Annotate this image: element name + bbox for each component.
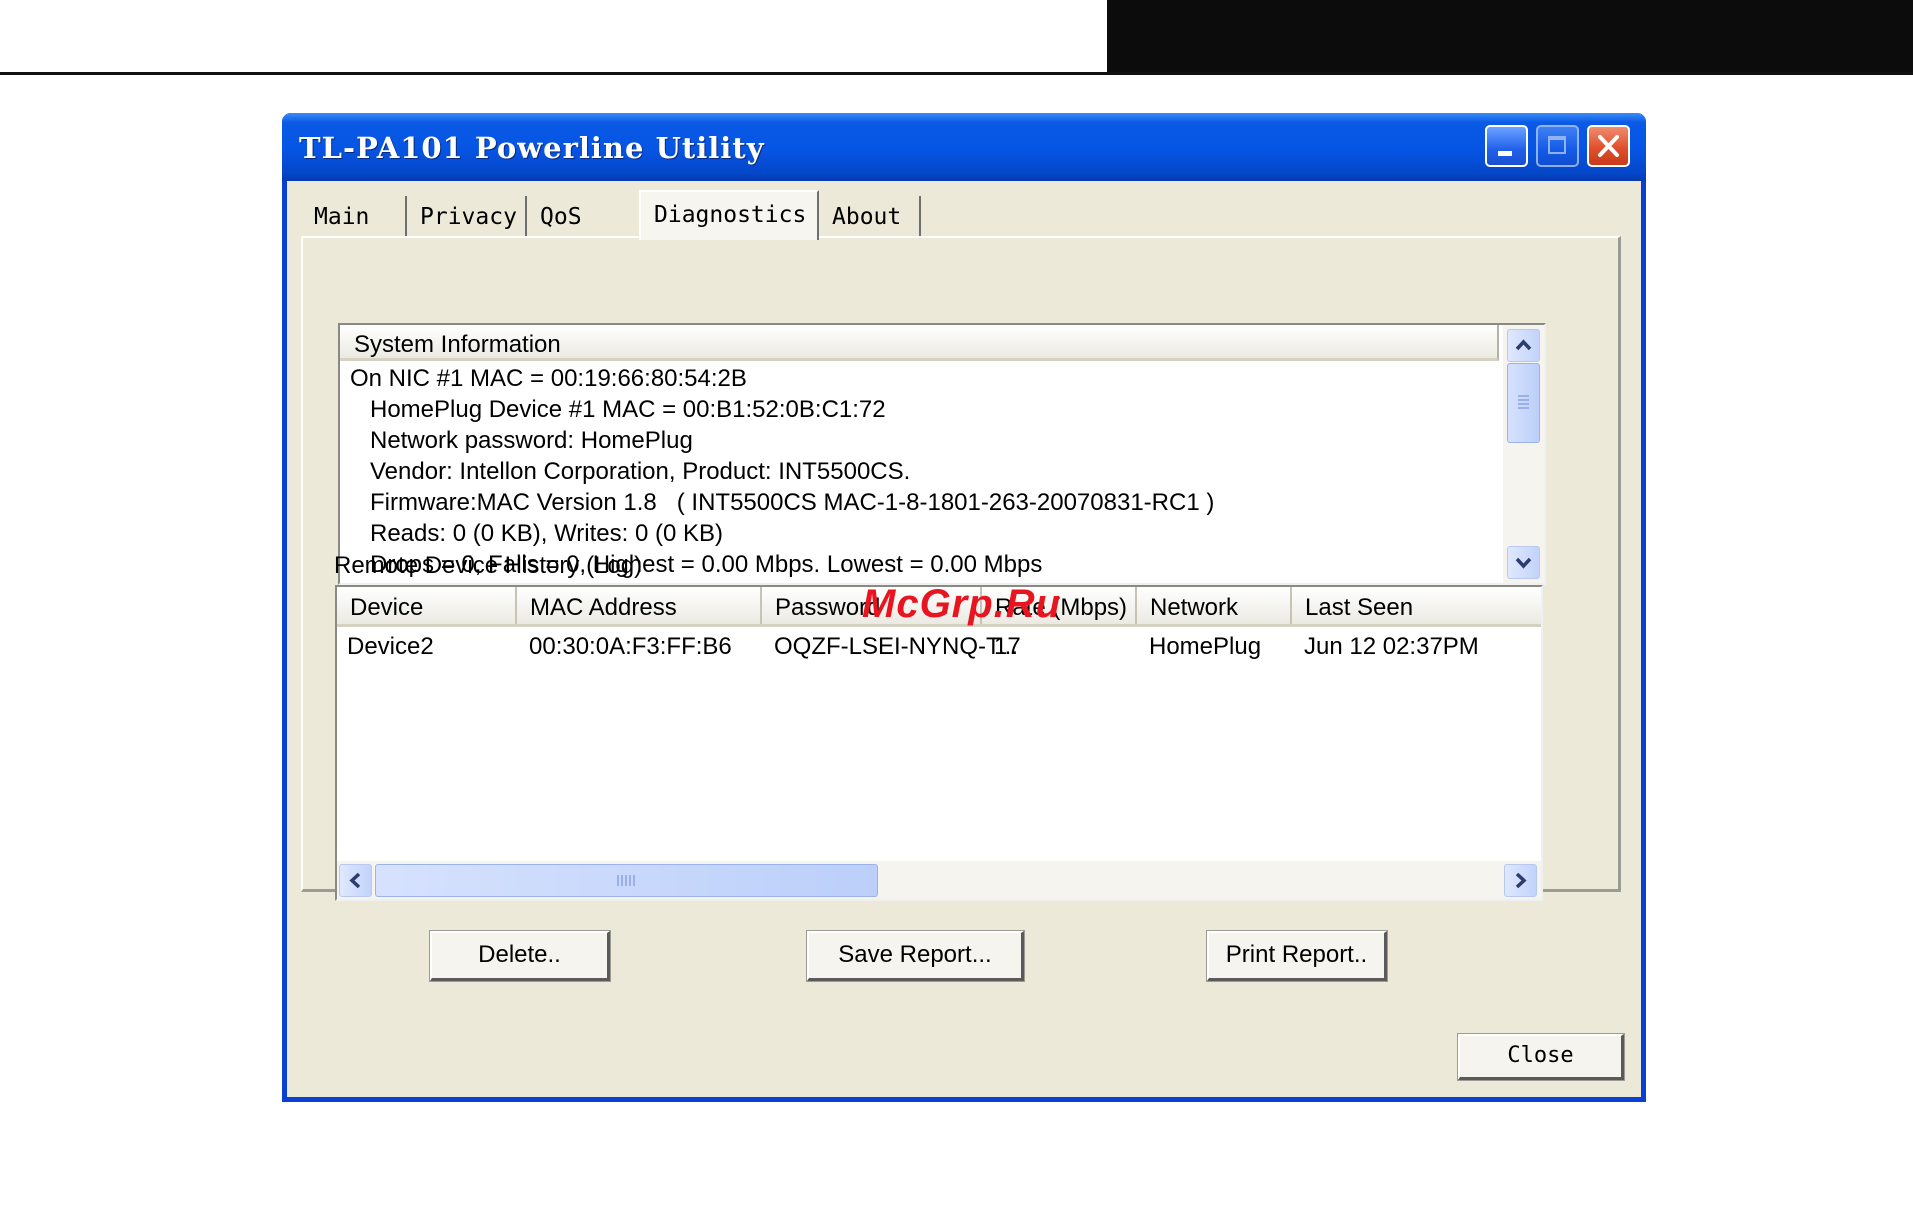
cell-password: OQZF-LSEI-NYNQ-T...: [774, 633, 1019, 660]
cell-rate: 17: [994, 633, 1021, 660]
system-information-lines: On NIC #1 MAC = 00:19:66:80:54:2B HomePl…: [350, 363, 1490, 580]
system-information-header[interactable]: System Information: [340, 325, 1499, 361]
delete-button[interactable]: Delete..: [429, 930, 611, 982]
maximize-icon: [1548, 136, 1566, 154]
sysinfo-line: Network password: HomePlug: [370, 427, 693, 454]
sysinfo-line: Vendor: Intellon Corporation, Product: I…: [370, 458, 911, 485]
tab-label: QoS: [540, 204, 582, 230]
tab-strip: Main Privacy QoS Diagnostics About: [287, 181, 1641, 241]
scroll-down-button[interactable]: [1507, 546, 1540, 579]
scroll-thumb[interactable]: [375, 864, 878, 897]
system-information-list[interactable]: System Information On NIC #1 MAC = 00:19…: [338, 323, 1546, 585]
grip-icon: [617, 875, 635, 886]
grip-icon: [1518, 395, 1529, 409]
cell-device: Device2: [347, 633, 434, 660]
close-button[interactable]: Close: [1457, 1033, 1625, 1081]
tab-label: Main: [314, 204, 370, 230]
remote-device-history-list[interactable]: Device MAC Address Password Rate (Mbps) …: [335, 585, 1543, 901]
column-header-mac-address[interactable]: MAC Address: [517, 587, 762, 624]
page-header-rule: [0, 72, 1913, 75]
chevron-right-icon: [1515, 872, 1527, 889]
sysinfo-line: On NIC #1 MAC = 00:19:66:80:54:2B: [350, 365, 747, 392]
cell-mac-address: 00:30:0A:F3:FF:B6: [529, 633, 732, 660]
tab-label: Diagnostics: [654, 202, 807, 228]
tab-main[interactable]: Main: [301, 196, 407, 236]
tab-label: Privacy: [420, 204, 517, 230]
horizontal-scrollbar[interactable]: [337, 861, 1541, 899]
table-row[interactable]: Device2 00:30:0A:F3:FF:B6 OQZF-LSEI-NYNQ…: [337, 633, 1541, 667]
remote-history-label: Remote Device History (Log): [334, 552, 643, 579]
title-bar[interactable]: TL-PA101 Powerline Utility: [282, 113, 1646, 181]
maximize-button[interactable]: [1536, 125, 1579, 167]
vertical-scrollbar[interactable]: [1503, 325, 1544, 583]
window-close-button[interactable]: [1587, 125, 1630, 167]
page-header-bar: [1107, 0, 1913, 72]
tab-qos[interactable]: QoS: [527, 196, 627, 236]
column-header-device[interactable]: Device: [337, 587, 517, 624]
cell-network: HomePlug: [1149, 633, 1262, 660]
print-report-button[interactable]: Print Report..: [1206, 930, 1388, 982]
tab-diagnostics[interactable]: Diagnostics: [639, 190, 819, 240]
cell-last-seen: Jun 12 02:37PM: [1304, 633, 1479, 660]
window-title: TL-PA101 Powerline Utility: [299, 131, 765, 165]
sysinfo-line: Reads: 0 (0 KB), Writes: 0 (0 KB): [370, 520, 724, 547]
minimize-icon: [1498, 151, 1512, 156]
chevron-left-icon: [349, 872, 361, 889]
close-icon: [1598, 135, 1619, 157]
chevron-up-icon: [1515, 339, 1532, 351]
scroll-left-button[interactable]: [339, 864, 372, 897]
tab-about[interactable]: About: [819, 196, 921, 236]
tab-label: About: [832, 204, 902, 230]
save-report-button[interactable]: Save Report...: [806, 930, 1025, 982]
scroll-up-button[interactable]: [1507, 329, 1540, 362]
tab-privacy[interactable]: Privacy: [407, 196, 527, 236]
column-header-last-seen[interactable]: Last Seen: [1292, 587, 1541, 624]
chevron-down-icon: [1515, 557, 1532, 569]
scroll-right-button[interactable]: [1504, 864, 1537, 897]
watermark-text: McGrp.Ru: [862, 582, 1062, 626]
sysinfo-line: HomePlug Device #1 MAC = 00:B1:52:0B:C1:…: [370, 396, 886, 423]
minimize-button[interactable]: [1485, 125, 1528, 167]
column-header-network[interactable]: Network: [1137, 587, 1292, 624]
sysinfo-line: Firmware:MAC Version 1.8 ( INT5500CS MAC…: [370, 489, 1215, 516]
scroll-thumb[interactable]: [1507, 363, 1540, 443]
